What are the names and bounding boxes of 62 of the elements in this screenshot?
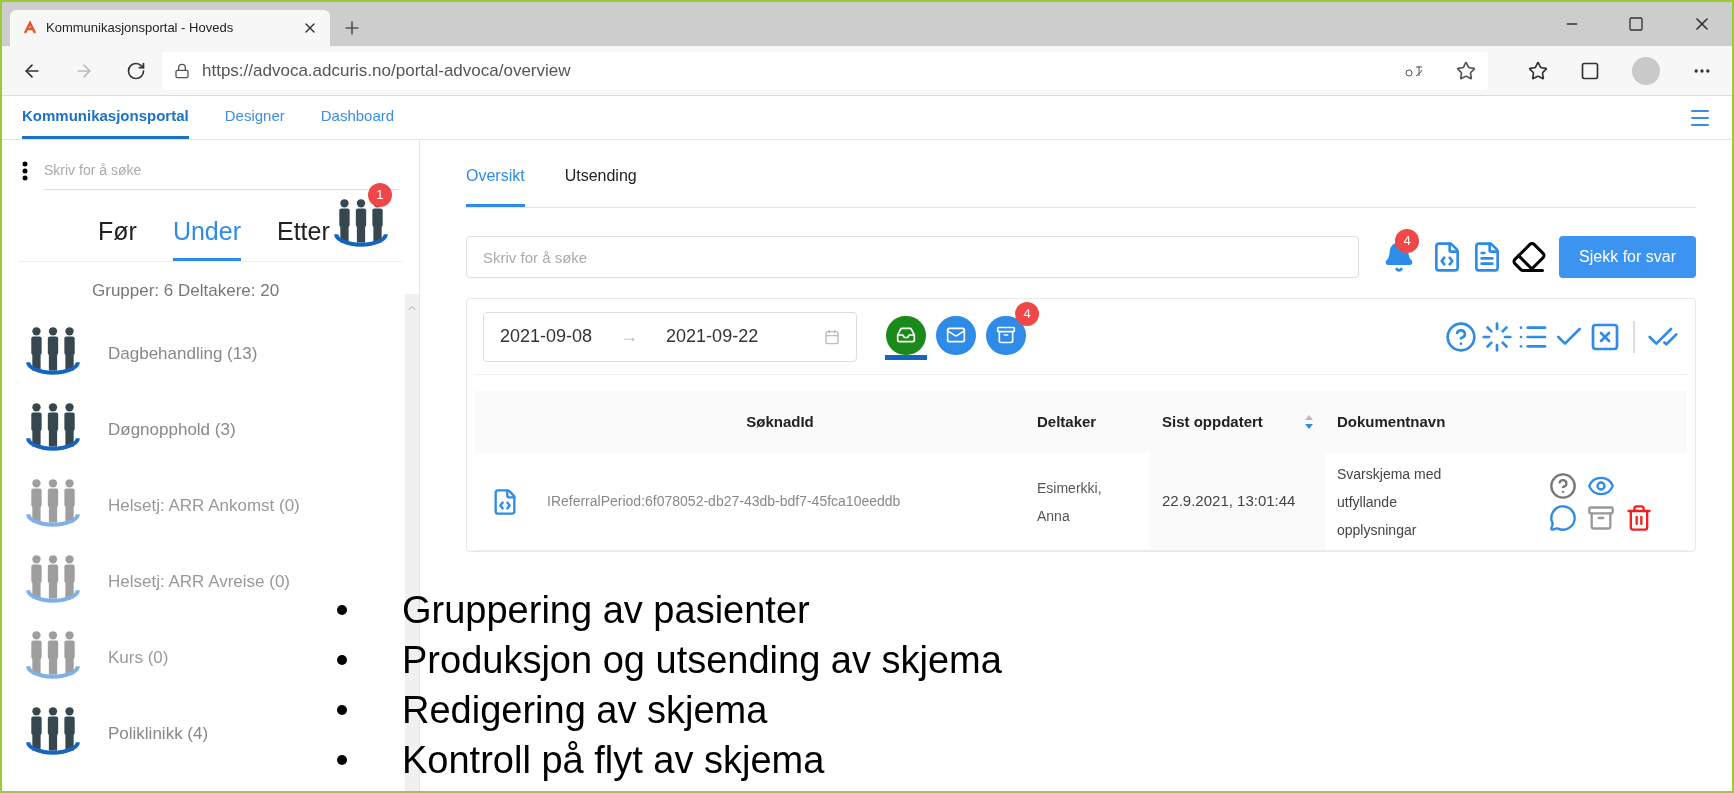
search-field[interactable]: Skriv for å søke: [466, 236, 1360, 278]
table-cell-text: IReferralPeriod:6f078052-db27-43db-bdf7-45fca10eeddb: [547, 492, 901, 511]
maximize-icon[interactable]: [1628, 16, 1644, 32]
group-item[interactable]: Helsetj: ARR Avreise (0): [22, 543, 405, 620]
bullet-icon: [337, 755, 347, 765]
notification-badge: 1: [367, 183, 392, 207]
view-tab[interactable]: Oversikt: [466, 164, 525, 207]
nav-tab[interactable]: Kommunikasjonsportal: [22, 96, 189, 139]
bullet-text: Gruppering av pasienter: [402, 591, 810, 629]
check-replies-button[interactable]: Sjekk for svar: [1559, 236, 1696, 278]
notification-badge: 4: [1015, 301, 1039, 326]
column-header: Dokumentnavn: [1337, 411, 1446, 432]
collections-icon[interactable]: [1580, 60, 1600, 81]
chat-icon[interactable]: [1549, 503, 1577, 532]
eraser-icon[interactable]: [1511, 239, 1548, 275]
column-header: Sist oppdatert: [1162, 411, 1263, 432]
mail-icon: [946, 325, 966, 345]
bullet-text: Produksjon og utsending av skjema: [402, 641, 1002, 679]
group-item[interactable]: Dagbehandling (13): [22, 315, 405, 392]
lock-icon: [174, 62, 190, 79]
column-header: SøknadId: [746, 411, 814, 432]
table-cell: 22.9.2021, 13:01:44: [1150, 453, 1325, 550]
kebab-icon[interactable]: [22, 161, 28, 181]
tab-title: Kommunikasjonsportal - Hoveds: [46, 19, 234, 38]
sort-icon[interactable]: [1305, 415, 1313, 429]
address-bar[interactable]: https://advoca.adcuris.no/portal-advoca/overview: [162, 51, 1488, 90]
bullet-icon: [337, 705, 347, 715]
phase-tab[interactable]: Under: [172, 212, 241, 261]
app-logo-icon: [22, 20, 38, 36]
archive-icon[interactable]: [1587, 503, 1615, 532]
archive-icon: [996, 325, 1016, 345]
group-item[interactable]: Helsetj: ARR Ankomst (0): [22, 467, 405, 544]
favorites-icon[interactable]: [1528, 60, 1548, 81]
bullet-icon: [337, 605, 347, 615]
calendar-icon: [824, 328, 840, 345]
bullet-text: Redigering av skjema: [402, 691, 768, 729]
group-summary: Grupper: 6 Deltakere: 20: [91, 280, 281, 302]
date-range-field[interactable]: 2021-09-08 → 2021-09-22: [483, 311, 857, 362]
view-tab[interactable]: Utsending: [564, 164, 637, 207]
reload-icon[interactable]: [126, 60, 146, 81]
help-icon[interactable]: [1549, 471, 1577, 500]
group-item[interactable]: Poliklinikk (4): [22, 695, 405, 772]
url-text: https://advoca.adcuris.no/portal-advoca/overview: [202, 59, 571, 82]
help-icon[interactable]: [1445, 320, 1477, 353]
trash-icon[interactable]: [1625, 503, 1653, 532]
bullet-text: Kontroll på flyt av skjema: [402, 741, 825, 779]
phase-tab[interactable]: Etter: [276, 212, 330, 261]
bullet-icon: [337, 655, 347, 665]
nav-tab[interactable]: Designer: [224, 96, 285, 139]
add-favorite-icon[interactable]: [1456, 60, 1476, 81]
inbox-icon: [896, 325, 916, 345]
table-cell-text: Svarskjema med utfyllande opplysningar: [1337, 464, 1443, 540]
group-item[interactable]: Døgnopphold (3): [22, 391, 405, 468]
phase-tab[interactable]: Før: [98, 212, 137, 261]
group-item[interactable]: Kurs (0): [22, 619, 405, 696]
nav-tab[interactable]: Dashboard: [320, 96, 395, 139]
table-cell-text: Esimerkki, Anna: [1037, 478, 1103, 526]
column-header: Deltaker: [1037, 411, 1097, 432]
spinner-icon[interactable]: [1481, 320, 1513, 353]
browser-tab[interactable]: Kommunikasjonsportal - Hoveds: [10, 10, 330, 46]
notification-badge: 4: [1395, 229, 1420, 253]
received-filter-button[interactable]: [885, 313, 927, 360]
